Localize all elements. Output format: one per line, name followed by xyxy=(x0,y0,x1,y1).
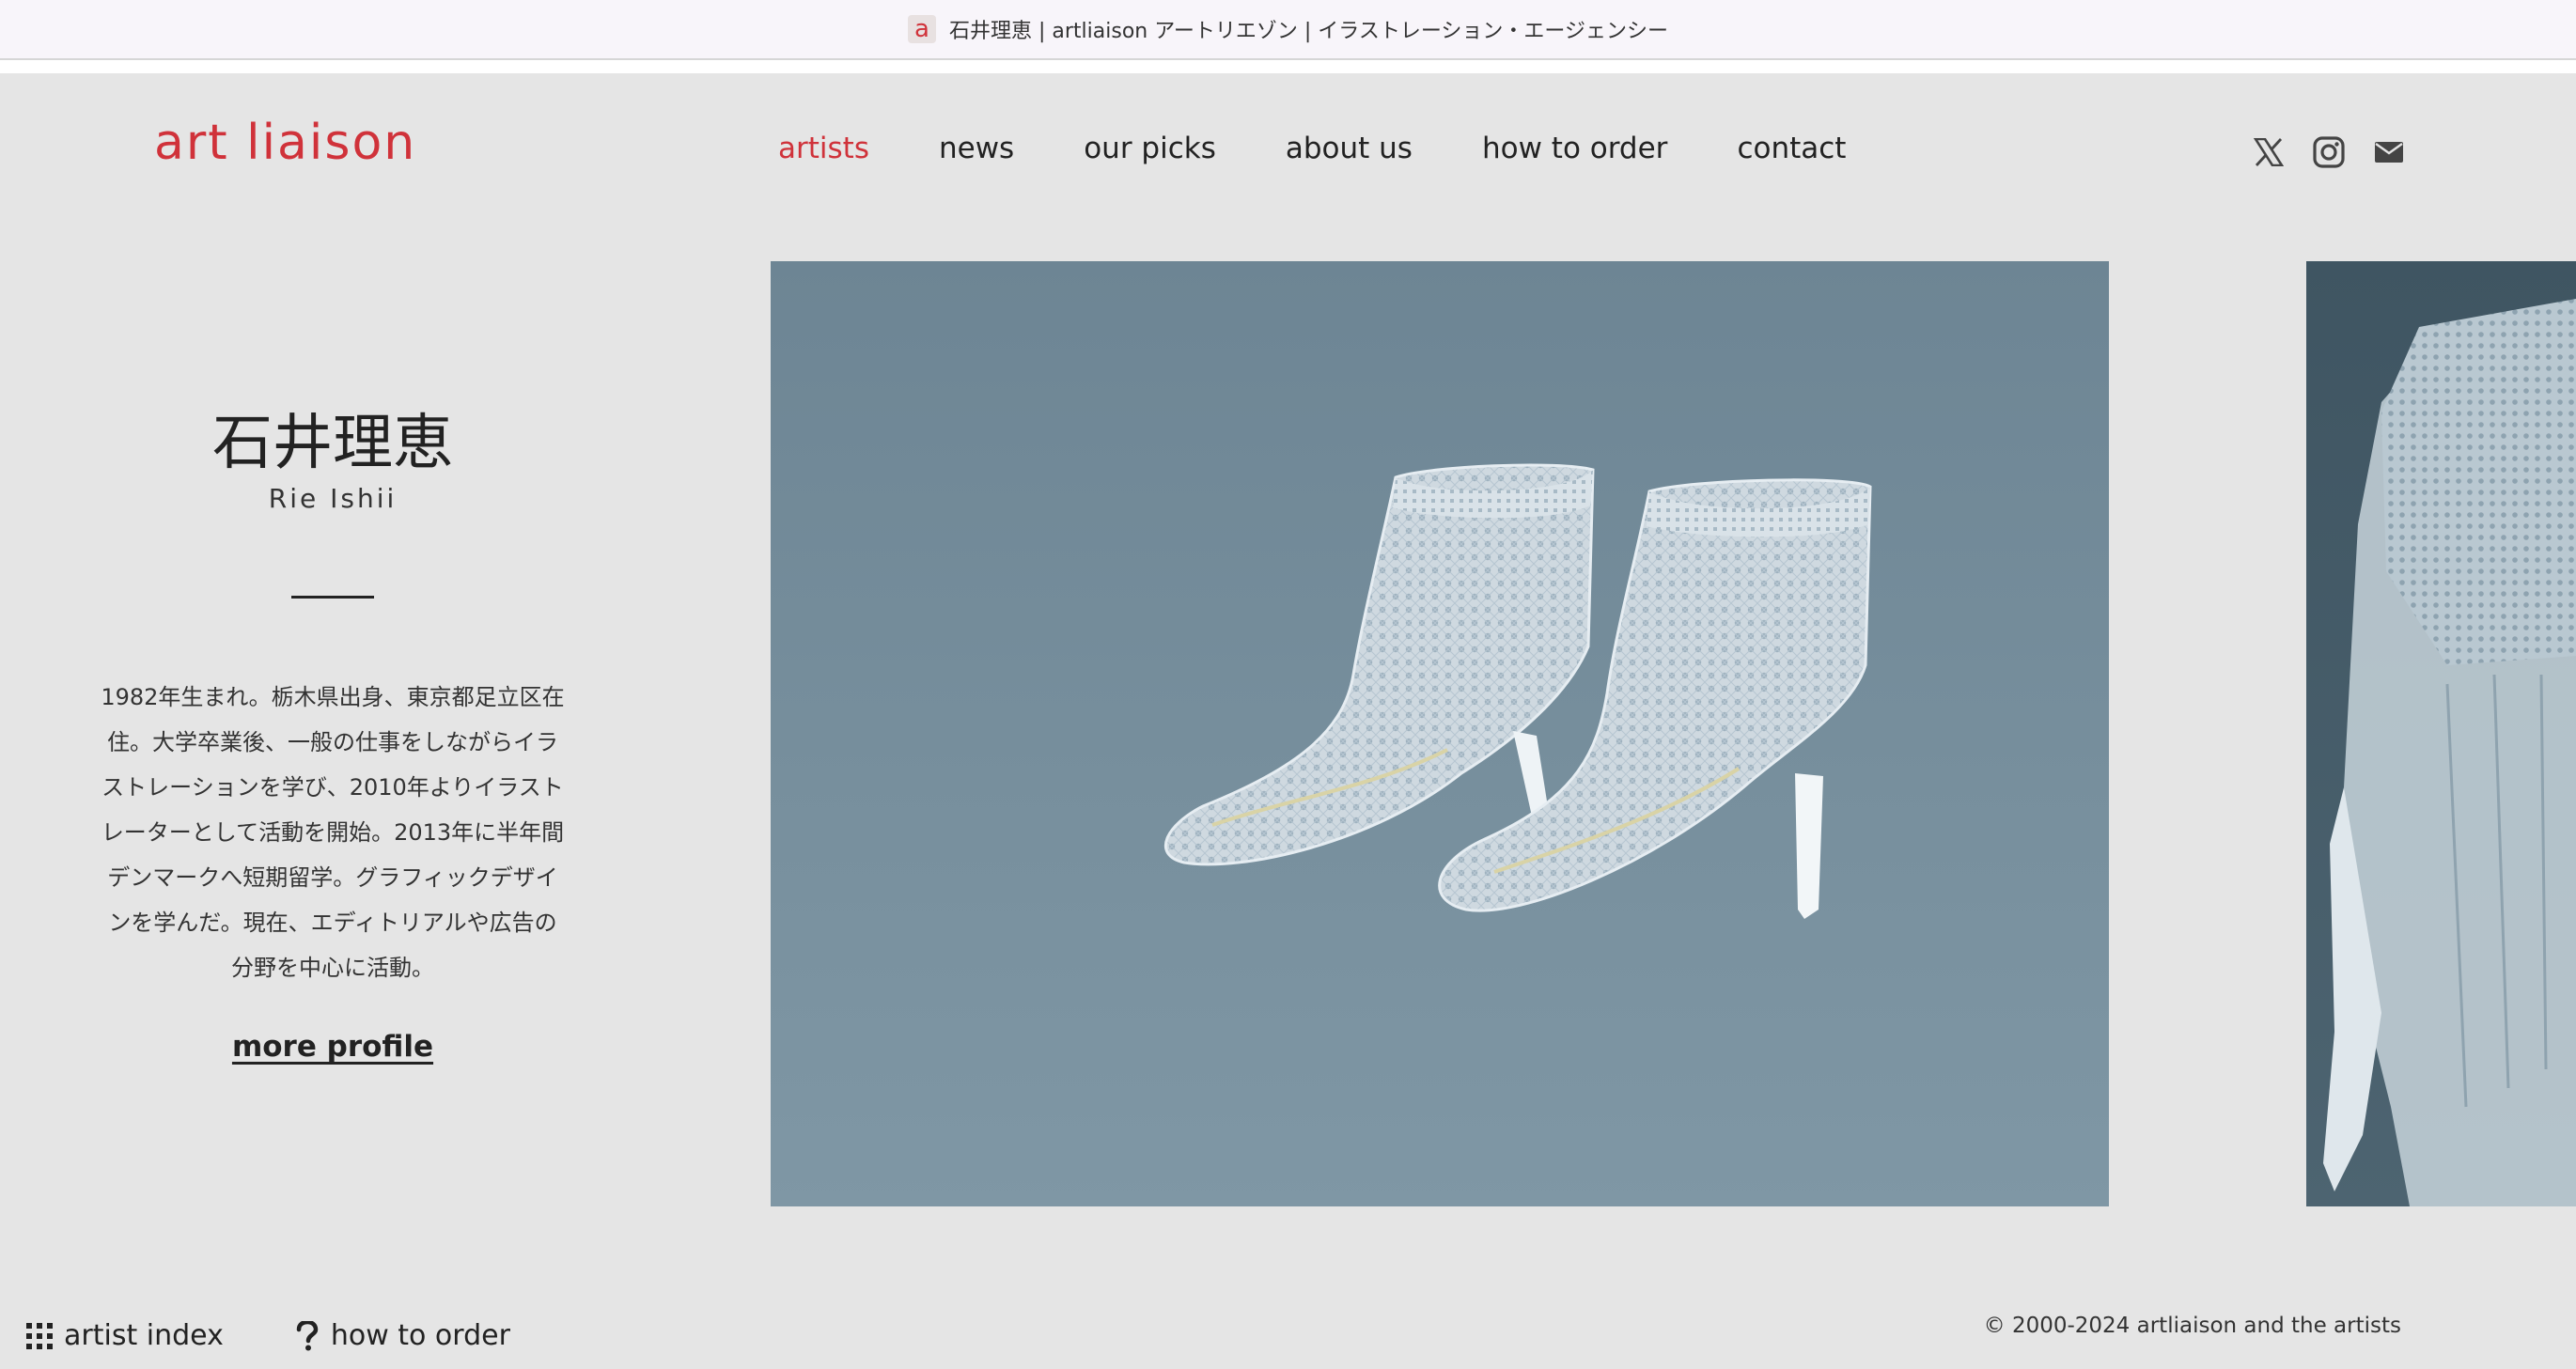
tab-title: 石井理恵 | artliaison アートリエゾン | イラストレーション・エー… xyxy=(949,20,1668,43)
how-to-order-label: how to order xyxy=(330,1319,510,1352)
lace-boots-illustration xyxy=(1163,463,1872,919)
nav-artists[interactable]: artists xyxy=(778,132,869,165)
grid-icon xyxy=(26,1322,53,1349)
site-logo[interactable]: art liaison xyxy=(154,118,416,167)
lace-blouse-illustration xyxy=(2323,299,2576,1206)
how-to-order-link[interactable]: how to order xyxy=(295,1319,510,1352)
nav-contact[interactable]: contact xyxy=(1737,132,1846,165)
divider xyxy=(291,596,374,599)
nav-news[interactable]: news xyxy=(939,132,1014,165)
footer-nav: artist index how to order xyxy=(26,1319,510,1352)
artist-index-link[interactable]: artist index xyxy=(26,1319,224,1352)
question-icon xyxy=(296,1320,319,1350)
mail-icon[interactable] xyxy=(2372,135,2406,169)
artwork-next-image[interactable] xyxy=(2306,261,2576,1206)
site-favicon-icon: a xyxy=(908,15,936,43)
nav-how-to-order[interactable]: how to order xyxy=(1482,132,1667,165)
social-links xyxy=(2252,135,2406,169)
artwork-main-image[interactable] xyxy=(771,261,2109,1206)
artist-name-japanese: 石井理恵 xyxy=(212,409,453,478)
instagram-icon[interactable] xyxy=(2312,135,2346,169)
browser-tab[interactable]: a 石井理恵 | artliaison アートリエゾン | イラストレーション・… xyxy=(908,14,1668,44)
more-profile-link[interactable]: more profile xyxy=(141,1030,524,1064)
browser-content-edge xyxy=(0,60,2576,73)
main-nav: artists news our picks about us how to o… xyxy=(778,132,1846,165)
artist-name-english: Rie Ishii xyxy=(268,483,398,514)
copyright-text: © 2000-2024 artliaison and the artists xyxy=(1983,1314,2401,1338)
artist-index-label: artist index xyxy=(64,1319,224,1352)
nav-our-picks[interactable]: our picks xyxy=(1084,132,1216,165)
x-icon[interactable] xyxy=(2252,135,2286,169)
nav-about-us[interactable]: about us xyxy=(1286,132,1413,165)
artist-bio: 1982年生まれ。栃木県出身、東京都足立区在住。大学卒業後、一般の仕事をしながら… xyxy=(101,684,565,981)
browser-tab-bar: a 石井理恵 | artliaison アートリエゾン | イラストレーション・… xyxy=(0,0,2576,60)
